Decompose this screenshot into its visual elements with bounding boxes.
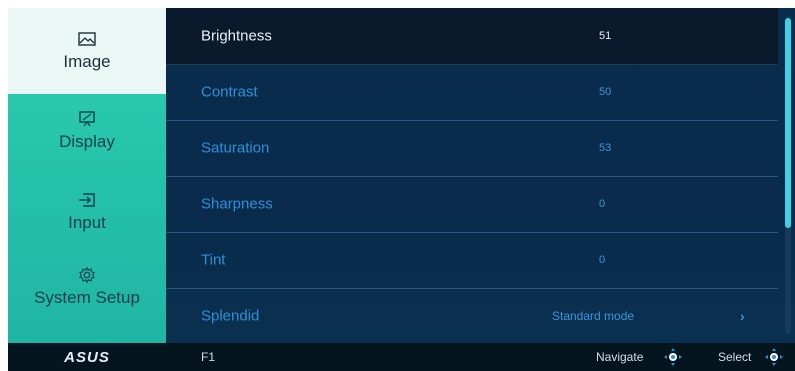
svg-text:ASUS: ASUS [63, 349, 110, 365]
setting-row-saturation[interactable]: Saturation 53 [166, 120, 778, 177]
gear-icon [77, 266, 97, 284]
image-icon [77, 30, 97, 48]
setting-row-sharpness[interactable]: Sharpness 0 [166, 176, 778, 233]
scrollbar[interactable] [785, 16, 791, 334]
sidebar-item-label: Image [63, 52, 111, 71]
sidebar-item-display[interactable]: Display [8, 110, 166, 152]
settings-panel: Brightness 51 Contrast 50 Saturation 53 … [166, 8, 795, 343]
setting-value: 50 [599, 86, 612, 98]
setting-name: Contrast [201, 83, 258, 101]
setting-value: 51 [599, 30, 612, 42]
asus-logo: ASUS [8, 343, 166, 371]
setting-row-splendid[interactable]: Splendid Standard mode › [166, 288, 778, 344]
input-icon [77, 191, 97, 209]
navigate-joystick-icon [663, 347, 683, 367]
setting-row-brightness[interactable]: Brightness 51 [166, 8, 778, 65]
sidebar-item-label: Display [59, 132, 115, 151]
setting-value: 53 [599, 142, 612, 154]
setting-name: Tint [201, 251, 226, 269]
setting-name: Saturation [201, 139, 270, 157]
sidebar-item-image[interactable]: Image [8, 8, 166, 94]
setting-name: Sharpness [201, 195, 273, 213]
f1-label: F1 [201, 350, 216, 364]
osd-menu: Image Display Input System Setup ASUS Br… [8, 8, 795, 371]
setting-name: Splendid [201, 307, 260, 325]
setting-value: 0 [599, 254, 606, 266]
sidebar-item-label: System Setup [34, 288, 140, 307]
sidebar: Image Display Input System Setup ASUS [8, 8, 166, 371]
chevron-right-icon: › [740, 308, 745, 324]
setting-row-tint[interactable]: Tint 0 [166, 232, 778, 289]
setting-value: Standard mode [552, 309, 635, 323]
setting-name: Brightness [201, 27, 272, 45]
scrollbar-thumb[interactable] [785, 18, 791, 228]
setting-row-contrast[interactable]: Contrast 50 [166, 64, 778, 121]
setting-value: 0 [599, 198, 606, 210]
sidebar-item-input[interactable]: Input [8, 191, 166, 233]
select-joystick-icon [764, 347, 784, 367]
sidebar-item-system-setup[interactable]: System Setup [8, 266, 166, 308]
display-icon [77, 110, 97, 128]
navigate-label: Navigate [596, 350, 644, 364]
select-label: Select [718, 350, 752, 364]
sidebar-item-label: Input [68, 213, 106, 232]
footer-bar: F1 Navigate Select [166, 343, 795, 371]
